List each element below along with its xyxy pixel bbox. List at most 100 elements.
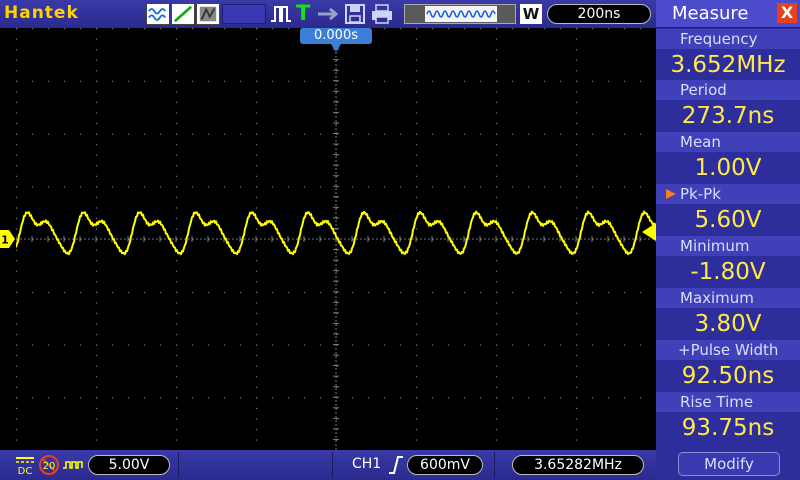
grid-dot (64, 133, 66, 135)
grid-dot (592, 133, 594, 135)
grid-dot (368, 186, 370, 188)
brand-logo: Hantek (4, 3, 79, 23)
measure-label-frequency[interactable]: Frequency (656, 29, 800, 49)
grid-dot (32, 186, 34, 188)
grid-dot (176, 175, 178, 177)
grid-dot (576, 323, 578, 325)
grid-dot (496, 428, 498, 431)
modify-button[interactable]: Modify (678, 452, 780, 476)
grid-dot (464, 291, 466, 293)
grid-dot (256, 228, 258, 230)
probe-icon[interactable] (62, 454, 84, 476)
scope-display[interactable] (16, 28, 656, 450)
grid-dot (256, 344, 258, 346)
trigger-position-readout[interactable]: 0.000s (300, 28, 372, 44)
measure-value-rise-time: 93.75ns (656, 413, 800, 443)
grid-dot (176, 122, 178, 125)
grid-dot (208, 133, 210, 135)
grid-dot (64, 80, 66, 82)
grid-dot (416, 407, 418, 409)
grid-dot (16, 80, 18, 82)
grid-dot (496, 186, 498, 188)
grid-dot (96, 323, 98, 325)
ch1-offset-marker[interactable]: 1 (0, 230, 15, 248)
grid-dot (96, 302, 98, 304)
measure-label-mean[interactable]: Mean (656, 132, 800, 152)
grid-dot (576, 59, 578, 61)
grid-dot (496, 302, 498, 304)
grid-dot (16, 186, 18, 188)
volts-per-div-readout[interactable]: 5.00V (88, 455, 170, 475)
grid-dot (256, 428, 258, 431)
grid-dot (176, 186, 178, 188)
grid-dot (240, 397, 242, 399)
grid-dot (16, 312, 18, 315)
grid-dot (16, 386, 18, 388)
grid-dot (544, 291, 546, 293)
grid-dot (144, 344, 146, 346)
grid-dot (48, 80, 50, 82)
grid-dot (256, 302, 258, 304)
persist-icon[interactable] (196, 3, 220, 25)
pulse-icon[interactable] (270, 3, 292, 25)
grid-dot (256, 365, 258, 367)
dc-coupling-icon[interactable]: DC (14, 454, 36, 476)
close-button[interactable]: X (777, 3, 797, 23)
grid-dot (608, 186, 610, 188)
print-icon[interactable] (370, 3, 394, 25)
measure-label-maximum[interactable]: Maximum (656, 288, 800, 308)
grid-dot (416, 91, 418, 93)
grid-dot (512, 344, 514, 346)
measure-label-minimum[interactable]: Minimum (656, 236, 800, 256)
wave-mode-icon[interactable] (146, 3, 170, 25)
grid-dot (400, 28, 402, 30)
grid-dot (96, 418, 98, 420)
grid-dot (416, 344, 418, 346)
grid-dot (576, 70, 578, 72)
grid-dot (512, 133, 514, 135)
grid-dot (528, 80, 530, 82)
grid-dot (576, 175, 578, 177)
grid-dot (576, 144, 578, 146)
measure-label-rise-time[interactable]: Rise Time (656, 392, 800, 412)
grid-dot (16, 355, 18, 357)
grid-dot (256, 333, 258, 336)
grid-dot (128, 397, 130, 399)
bandwidth-limit-icon[interactable]: 20 (38, 454, 60, 476)
memory-view-window[interactable] (425, 6, 497, 22)
timebase-readout[interactable]: 200ns (547, 4, 651, 24)
grid-dot (608, 344, 610, 346)
measure-label-pk-pk[interactable]: Pk-Pk (656, 184, 800, 204)
grid-dot (592, 186, 594, 188)
grid-dot (512, 186, 514, 188)
grid-dot (128, 344, 130, 346)
memory-position-bar[interactable] (404, 4, 516, 24)
grid-dot (256, 186, 258, 188)
grid-dot (496, 344, 498, 346)
trigger-source[interactable]: CH1 (352, 456, 386, 474)
grid-dot (496, 28, 498, 30)
grid-dot (16, 397, 18, 399)
measure-label-period[interactable]: Period (656, 80, 800, 100)
grid-dot (16, 428, 18, 431)
grid-dot (416, 207, 418, 209)
grid-dot (96, 196, 98, 198)
measure-label-pulse-width[interactable]: +Pulse Width (656, 340, 800, 360)
grid-dot (416, 154, 418, 156)
grid-dot (80, 344, 82, 346)
grid-dot (96, 376, 98, 378)
grid-dot (496, 49, 498, 51)
grid-dot (192, 344, 194, 346)
grid-dot (256, 418, 258, 420)
divider (332, 452, 333, 478)
trigger-level-readout[interactable]: 600mV (407, 455, 483, 475)
vector-icon[interactable] (171, 3, 195, 25)
grid-dot (464, 80, 466, 82)
save-icon[interactable] (344, 3, 366, 25)
grid-dot (576, 302, 578, 304)
grid-dot (96, 355, 98, 357)
grid-dot (496, 154, 498, 156)
grid-dot (256, 122, 258, 125)
grid-dot (416, 186, 418, 188)
rising-edge-icon[interactable] (388, 455, 404, 475)
